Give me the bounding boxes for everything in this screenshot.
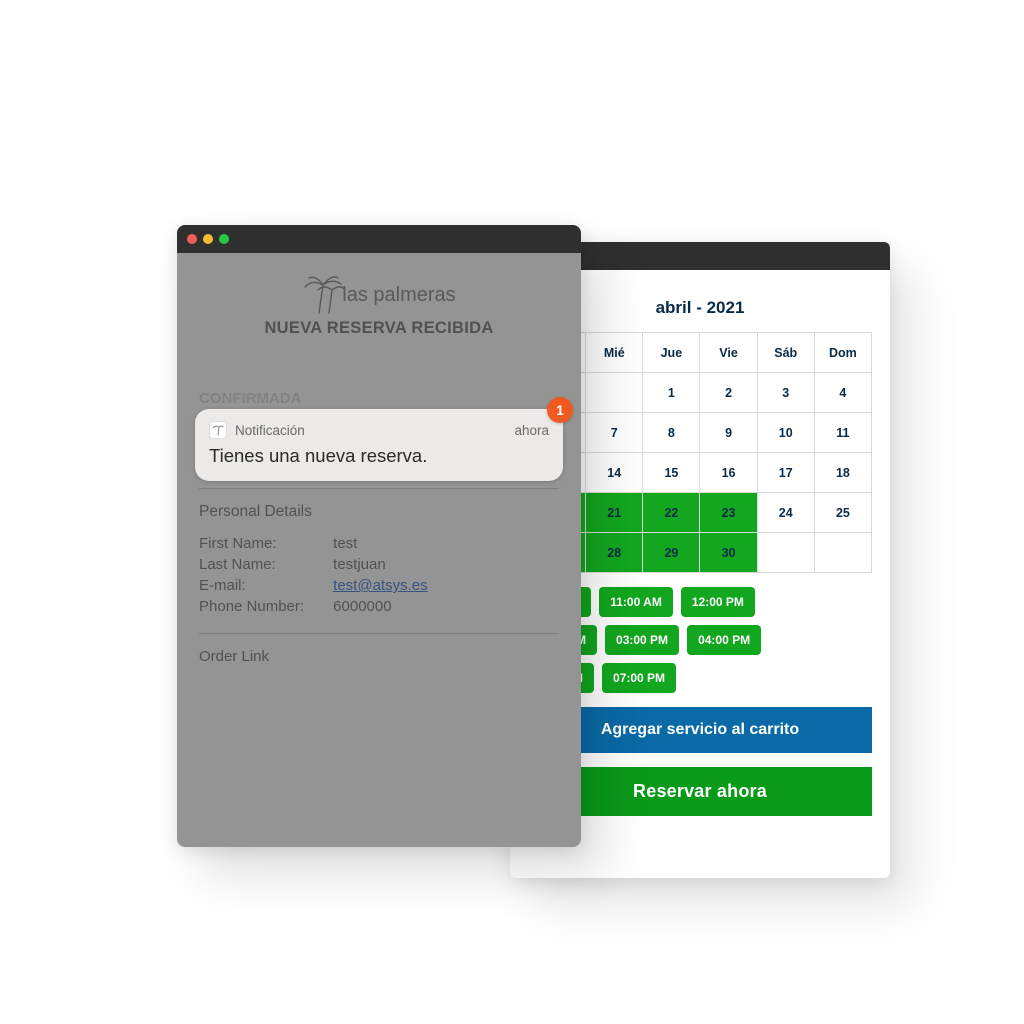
calendar-day[interactable]: 22 bbox=[643, 493, 700, 533]
field-value: test bbox=[333, 535, 357, 552]
calendar-day[interactable]: 7 bbox=[586, 413, 643, 453]
calendar-day[interactable]: 30 bbox=[700, 533, 757, 573]
field-label: Phone Number: bbox=[199, 598, 329, 615]
notification-body: Tienes una nueva reserva. bbox=[209, 445, 549, 467]
email-window: las palmeras NUEVA RESERVA RECIBIDA CONF… bbox=[177, 225, 581, 847]
section-title: Order Link bbox=[199, 648, 559, 665]
calendar-day[interactable]: 9 bbox=[700, 413, 757, 453]
time-slot[interactable]: 04:00 PM bbox=[687, 625, 761, 655]
calendar-day[interactable]: 2 bbox=[700, 373, 757, 413]
palm-tree-icon bbox=[212, 424, 224, 436]
notification-badge: 1 bbox=[547, 397, 573, 423]
calendar-day[interactable]: 3 bbox=[757, 373, 814, 413]
time-slot[interactable]: 03:00 PM bbox=[605, 625, 679, 655]
section-title: Personal Details bbox=[199, 503, 559, 521]
notification-app-icon bbox=[209, 421, 227, 439]
calendar-day[interactable]: 18 bbox=[814, 453, 871, 493]
window-close-icon[interactable] bbox=[187, 234, 197, 244]
field-value: 6000000 bbox=[333, 598, 391, 615]
personal-details-section: Personal Details First Name: test Last N… bbox=[199, 488, 559, 615]
email-link[interactable]: test@atsys.es bbox=[333, 577, 427, 594]
time-slot[interactable]: 12:00 PM bbox=[681, 587, 755, 617]
window-minimize-icon[interactable] bbox=[203, 234, 213, 244]
email-heading: NUEVA RESERVA RECIBIDA bbox=[199, 319, 559, 338]
brand-logo: las palmeras bbox=[199, 275, 559, 315]
weekday-label: Jue bbox=[643, 333, 700, 373]
status-label: CONFIRMADA bbox=[199, 390, 559, 407]
calendar-day[interactable]: 10 bbox=[757, 413, 814, 453]
time-slot[interactable]: 07:00 PM bbox=[602, 663, 676, 693]
palm-tree-icon bbox=[302, 275, 344, 315]
titlebar bbox=[177, 225, 581, 253]
calendar-day[interactable]: 11 bbox=[814, 413, 871, 453]
calendar-day bbox=[814, 533, 871, 573]
calendar-day[interactable]: 14 bbox=[586, 453, 643, 493]
calendar-day[interactable]: 8 bbox=[643, 413, 700, 453]
email-body: las palmeras NUEVA RESERVA RECIBIDA CONF… bbox=[177, 253, 581, 847]
field-label: First Name: bbox=[199, 535, 329, 552]
calendar-day[interactable]: 15 bbox=[643, 453, 700, 493]
weekday-label: Mié bbox=[586, 333, 643, 373]
time-slot[interactable]: 11:00 AM bbox=[599, 587, 673, 617]
notification-time: ahora bbox=[514, 423, 549, 438]
notification-app-label: Notificación bbox=[235, 423, 305, 438]
calendar-day[interactable]: 29 bbox=[643, 533, 700, 573]
calendar-day[interactable]: 16 bbox=[700, 453, 757, 493]
calendar-day[interactable]: 23 bbox=[700, 493, 757, 533]
calendar-day[interactable]: 24 bbox=[757, 493, 814, 533]
calendar-day[interactable]: 25 bbox=[814, 493, 871, 533]
field-value: testjuan bbox=[333, 556, 386, 573]
calendar-day[interactable]: 28 bbox=[586, 533, 643, 573]
calendar-day[interactable]: 1 bbox=[643, 373, 700, 413]
calendar-day[interactable]: 4 bbox=[814, 373, 871, 413]
calendar-day bbox=[586, 373, 643, 413]
window-zoom-icon[interactable] bbox=[219, 234, 229, 244]
notification-toast[interactable]: 1 Notificación ahora Tienes una nueva re… bbox=[195, 409, 563, 481]
order-link-section: Order Link bbox=[199, 633, 559, 665]
calendar-day bbox=[757, 533, 814, 573]
calendar-day[interactable]: 21 bbox=[586, 493, 643, 533]
weekday-label: Sáb bbox=[757, 333, 814, 373]
calendar-day[interactable]: 17 bbox=[757, 453, 814, 493]
brand-name: las palmeras bbox=[342, 284, 455, 306]
weekday-label: Vie bbox=[700, 333, 757, 373]
weekday-label: Dom bbox=[814, 333, 871, 373]
field-label: Last Name: bbox=[199, 556, 329, 573]
field-label: E-mail: bbox=[199, 577, 329, 594]
